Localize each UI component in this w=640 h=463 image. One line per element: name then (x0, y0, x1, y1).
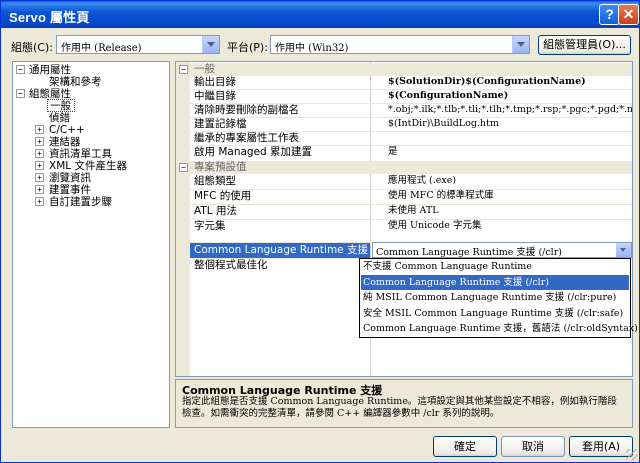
tree-item-config-properties[interactable]: − 組態屬性 (16, 88, 166, 100)
property-row-clean-extensions[interactable]: 清除時要刪除的副檔名 *.obj;*.ilk;*.tlb;*.tli;*.tlh… (190, 104, 632, 117)
collapse-icon[interactable]: − (16, 89, 25, 98)
description-text: 指定此組態是否支援 Common Language Runtime。這項設定與其… (182, 396, 617, 419)
property-row-clr-support[interactable]: Common Language Runtime 支援 (190, 243, 370, 258)
clr-support-options: 不支援 Common Language Runtime Common Langu… (359, 258, 638, 338)
collapse-icon[interactable]: − (179, 65, 188, 74)
tree-item-label: 架構和參考 (49, 76, 102, 88)
close-button[interactable]: ✕ (618, 4, 639, 25)
collapse-icon[interactable]: − (179, 163, 188, 172)
property-name: MFC 的使用 (194, 190, 252, 202)
property-row-character-set[interactable]: 字元集 使用 Unicode 字元集 (190, 220, 632, 233)
window-title: Servo 屬性頁 (9, 10, 90, 25)
property-value[interactable]: *.obj;*.ilk;*.tlb;*.tli;*.tlh;*.tmp;*.rs… (388, 104, 632, 116)
tree-item-custom-build-step[interactable]: + 自訂建置步驟 (35, 196, 165, 208)
property-value[interactable]: 應用程式 (.exe) (388, 175, 456, 187)
property-name: 建置記錄檔 (194, 118, 247, 130)
tree-item-label: 一般 (50, 100, 71, 112)
expand-icon[interactable]: + (35, 125, 44, 134)
tree-item-build-events[interactable]: + 建置事件 (35, 184, 165, 196)
category-general[interactable]: − 一般 (176, 63, 632, 76)
property-row-build-log[interactable]: 建置記錄檔 $(IntDir)\BuildLog.htm (190, 118, 632, 131)
property-row-inherited-sheets[interactable]: 繼承的專案屬性工作表 (190, 132, 632, 145)
config-manager-button[interactable]: 組態管理員(O)... (538, 35, 631, 55)
title-bar[interactable]: Servo 屬性頁 ? ✕ (1, 1, 639, 28)
platform-value: 作用中 (Win32) (275, 43, 349, 54)
property-row-output-dir[interactable]: 輸出目錄 $(SolutionDir)$(ConfigurationName) (190, 76, 632, 89)
expand-icon[interactable]: + (35, 161, 44, 170)
collapse-icon[interactable]: − (16, 65, 25, 74)
tree-item-label: XML 文件產生器 (49, 160, 127, 172)
ok-button[interactable]: 確定 (433, 436, 497, 457)
property-name: ATL 用法 (194, 205, 237, 217)
property-value[interactable]: 是 (388, 146, 398, 158)
option-clr[interactable]: Common Language Runtime 支援 (/clr) (361, 274, 629, 290)
tree-item-label: 偵錯 (49, 112, 70, 124)
category-label: 一般 (194, 63, 215, 75)
tree-item-cpp[interactable]: + C/C++ (35, 124, 165, 136)
expand-icon[interactable]: + (35, 197, 44, 206)
description-panel: Common Language Runtime 支援 指定此組態是否支援 Com… (175, 379, 633, 428)
expand-icon[interactable]: + (35, 173, 44, 182)
tree-item-manifest-tool[interactable]: + 資訊清單工具 (35, 148, 165, 160)
property-name: 組態類型 (194, 175, 236, 187)
property-name: 啟用 Managed 累加建置 (194, 146, 313, 158)
property-name: 字元集 (194, 220, 226, 232)
tree-item-label: 連結器 (49, 136, 81, 148)
tree-item-label: 建置事件 (49, 184, 91, 196)
property-value[interactable]: 使用 Unicode 字元集 (388, 220, 481, 232)
tree-item-label: 瀏覽資訊 (49, 172, 91, 184)
property-row-mfc-usage[interactable]: MFC 的使用 使用 MFC 的標準程式庫 (190, 190, 632, 203)
property-value[interactable]: $(SolutionDir)$(ConfigurationName) (388, 76, 586, 88)
tree-item-label: 自訂建置步驟 (49, 196, 112, 208)
cancel-button[interactable]: 取消 (501, 436, 565, 457)
category-project-defaults[interactable]: − 專案預設值 (176, 161, 632, 174)
config-label: 組態(C): (11, 41, 53, 54)
property-row-config-type[interactable]: 組態類型 應用程式 (.exe) (190, 175, 632, 188)
platform-label: 平台(P): (227, 41, 268, 54)
chevron-down-icon[interactable] (512, 36, 529, 53)
chevron-down-icon[interactable] (616, 243, 631, 257)
tree-item-xml-doc-generator[interactable]: + XML 文件產生器 (35, 160, 165, 172)
tree-item-label: 資訊清單工具 (49, 148, 112, 160)
properties-dialog: Servo 屬性頁 ? ✕ 組態(C): 作用中 (Release) 平台(P)… (0, 0, 640, 463)
clr-support-value: Common Language Runtime 支援 (/clr) (376, 247, 562, 258)
grid-gutter (176, 62, 190, 376)
property-tree: − 通用屬性 架構和參考 − 組態屬性 一般 偵錯 + C/C++ + 連結器 … (12, 61, 170, 428)
clr-support-dropdown[interactable]: Common Language Runtime 支援 (/clr) (372, 242, 632, 258)
expand-icon[interactable]: + (35, 149, 44, 158)
property-name: 繼承的專案屬性工作表 (194, 132, 299, 144)
property-name: 清除時要刪除的副檔名 (194, 104, 299, 116)
property-row-managed-incremental[interactable]: 啟用 Managed 累加建置 是 (190, 146, 632, 159)
property-value[interactable]: $(IntDir)\BuildLog.htm (388, 118, 499, 130)
property-row-atl-usage[interactable]: ATL 用法 未使用 ATL (190, 205, 632, 218)
chevron-down-icon[interactable] (202, 36, 219, 53)
property-name: Common Language Runtime 支援 (194, 244, 368, 256)
property-name: 整個程式最佳化 (194, 259, 268, 271)
tree-item-browse-info[interactable]: + 瀏覽資訊 (35, 172, 165, 184)
tree-item-general[interactable]: 一般 (47, 99, 75, 112)
property-value[interactable]: 未使用 ATL (388, 205, 439, 217)
property-name: 輸出目錄 (194, 76, 236, 88)
config-dropdown[interactable]: 作用中 (Release) (56, 35, 220, 54)
property-name: 中繼目錄 (194, 90, 236, 102)
option-clr-oldsyntax[interactable]: Common Language Runtime 支援，舊語法 (/clr:old… (361, 321, 638, 337)
option-no-clr[interactable]: 不支援 Common Language Runtime (361, 259, 629, 275)
expand-icon[interactable]: + (35, 137, 44, 146)
property-value[interactable]: 使用 MFC 的標準程式庫 (388, 190, 494, 202)
platform-dropdown[interactable]: 作用中 (Win32) (270, 35, 530, 54)
option-clr-safe[interactable]: 安全 MSIL Common Language Runtime 支援 (/clr… (361, 306, 629, 322)
property-row-intermediate-dir[interactable]: 中繼目錄 $(ConfigurationName) (190, 90, 632, 103)
apply-button[interactable]: 套用(A) (569, 436, 633, 457)
property-value[interactable]: $(ConfigurationName) (388, 90, 508, 102)
expand-icon[interactable]: + (35, 185, 44, 194)
config-value: 作用中 (Release) (61, 43, 142, 54)
resize-grip[interactable] (626, 449, 638, 461)
tree-item-label: 通用屬性 (29, 64, 71, 76)
tree-item-label: C/C++ (49, 124, 85, 136)
tree-item-linker[interactable]: + 連結器 (35, 136, 165, 148)
tree-item-common-properties[interactable]: − 通用屬性 (16, 64, 166, 76)
option-clr-pure[interactable]: 純 MSIL Common Language Runtime 支援 (/clr:… (361, 290, 629, 306)
help-button[interactable]: ? (599, 4, 620, 25)
category-label: 專案預設值 (194, 161, 247, 173)
